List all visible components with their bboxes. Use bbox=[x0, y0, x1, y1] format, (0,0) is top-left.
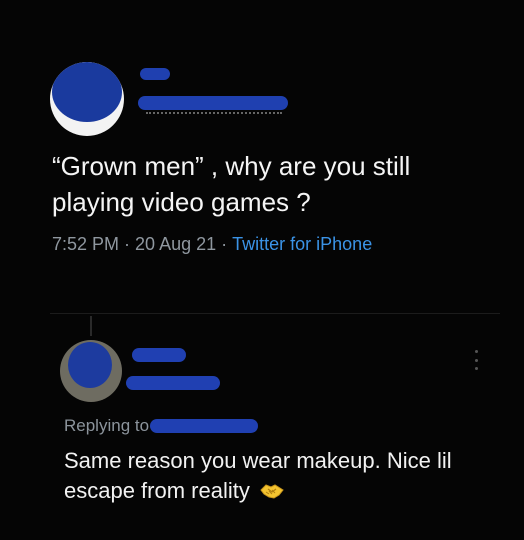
replying-to-label: Replying to bbox=[64, 416, 150, 435]
tweet-meta: 7:52 PM · 20 Aug 21 · Twitter for iPhone bbox=[52, 234, 372, 255]
meta-separator: · bbox=[124, 234, 131, 254]
display-name-redaction bbox=[140, 68, 170, 80]
avatar-redaction bbox=[68, 342, 112, 388]
avatar[interactable] bbox=[50, 62, 124, 136]
screenshot-card: “Grown men” , why are you still playing … bbox=[0, 0, 524, 540]
handshake-emoji-icon bbox=[260, 484, 284, 499]
divider bbox=[50, 313, 500, 314]
avatar-redaction bbox=[52, 62, 122, 122]
tweet-date[interactable]: 20 Aug 21 bbox=[135, 234, 216, 254]
reply-text: Same reason you wear makeup. Nice lil es… bbox=[64, 448, 452, 503]
tweet-source-link[interactable]: Twitter for iPhone bbox=[232, 234, 372, 254]
original-tweet: “Grown men” , why are you still playing … bbox=[0, 0, 524, 300]
reply-username-redaction bbox=[126, 376, 220, 390]
handle-residue bbox=[146, 112, 282, 118]
tweet-time[interactable]: 7:52 PM bbox=[52, 234, 119, 254]
meta-separator: · bbox=[221, 234, 228, 254]
tweet-text: “Grown men” , why are you still playing … bbox=[52, 151, 411, 217]
reply-text-block: Same reason you wear makeup. Nice lil es… bbox=[64, 446, 494, 506]
thread-line bbox=[90, 316, 92, 336]
reply-display-name-redaction bbox=[132, 348, 186, 362]
username-redaction bbox=[138, 96, 288, 110]
more-options-icon[interactable] bbox=[473, 350, 479, 370]
replying-to-handle-redaction[interactable] bbox=[150, 419, 258, 433]
reply-avatar[interactable] bbox=[60, 340, 122, 402]
